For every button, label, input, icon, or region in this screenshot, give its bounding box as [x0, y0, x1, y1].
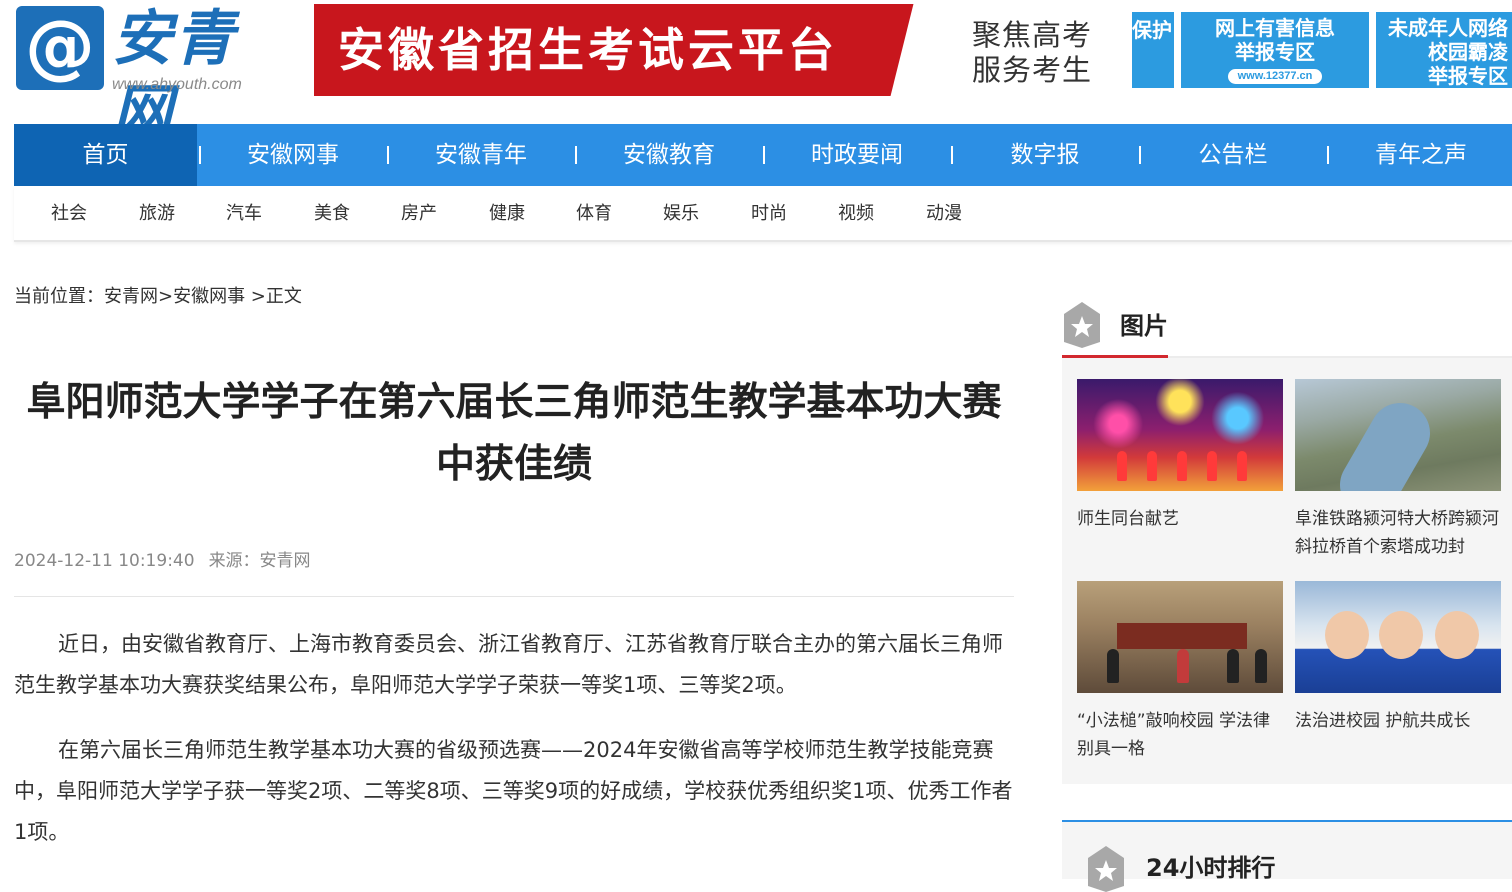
logo-url: www.ahyouth.com	[112, 76, 242, 93]
picture-thumbnail	[1077, 581, 1283, 693]
breadcrumb: 当前位置：安青网>安徽网事 >正文	[14, 284, 302, 310]
article-title-line-2: 中获佳绩	[435, 442, 592, 487]
nav-item-anhui-education[interactable]: 安徽教育	[588, 124, 750, 186]
ranking-title: 24小时排行	[1146, 854, 1276, 882]
tile-2-line-1: 网上有害信息	[1215, 16, 1335, 40]
ranking-panel: 24小时排行	[1062, 820, 1512, 892]
pictures-title: 图片	[1120, 312, 1168, 340]
sub-nav: 社会 旅游 汽车 美食 房产 健康 体育 娱乐 时尚 视频 动漫	[14, 186, 1512, 242]
sub-nav-video[interactable]: 视频	[838, 186, 874, 242]
nav-item-bulletin[interactable]: 公告栏	[1152, 124, 1314, 186]
nav-divider	[387, 146, 389, 164]
picture-item[interactable]: 阜淮铁路颍河特大桥跨颍河斜拉桥首个索塔成功封	[1295, 379, 1501, 561]
banner-slogan: 聚焦高考 服务考生	[972, 18, 1112, 88]
star-badge-icon	[1088, 846, 1124, 892]
article-paragraph: 在第六届长三角师范生教学基本功大赛的省级预选赛——2024年安徽省高等学校师范生…	[14, 738, 1013, 844]
article-title-line-1: 阜阳师范大学学子在第六届长三角师范生教学基本功大赛	[26, 380, 1002, 425]
site-logo[interactable]: @ 安青网 www.ahyouth.com	[16, 4, 278, 148]
tile-3-line-3: 举报专区	[1428, 64, 1508, 88]
nav-divider	[1327, 146, 1329, 164]
picture-caption: 师生同台献艺	[1077, 509, 1179, 529]
nav-item-current-affairs[interactable]: 时政要闻	[776, 124, 938, 186]
nav-item-digital-paper[interactable]: 数字报	[964, 124, 1126, 186]
picture-caption: 法治进校园 护航共成长	[1295, 711, 1471, 731]
tile-3-line-2: 校园霸凌	[1428, 40, 1508, 64]
picture-thumbnail	[1295, 379, 1501, 491]
sub-nav-health[interactable]: 健康	[489, 186, 525, 242]
picture-thumbnail	[1077, 379, 1283, 491]
picture-thumbnail	[1295, 581, 1501, 693]
article-paragraph: 近日，由安徽省教育厅、上海市教育委员会、浙江省教育厅、江苏省教育厅联合主办的第六…	[14, 632, 1003, 697]
picture-caption: “小法槌”敲响校园 学法律别具一格	[1077, 711, 1271, 759]
sub-nav-animation[interactable]: 动漫	[926, 186, 962, 242]
pictures-panel: 图片 师生同台献艺 阜淮铁路颍河特大桥跨颍河斜拉桥首个索塔成功封 “小法槌”敲响…	[1062, 300, 1512, 784]
pictures-title-underline	[1062, 355, 1168, 358]
at-logo-icon: @	[16, 6, 104, 90]
tile-2-url: www.12377.cn	[1227, 69, 1323, 84]
sub-nav-sports[interactable]: 体育	[576, 186, 612, 242]
nav-item-anhui-affairs[interactable]: 安徽网事	[212, 124, 374, 186]
article-meta: 2024-12-11 10:19:40 来源：安青网	[14, 548, 311, 574]
banner-main-text: 安徽省招生考试云平台	[338, 23, 838, 77]
sub-nav-society[interactable]: 社会	[51, 186, 87, 242]
slogan-line-1: 聚焦高考	[972, 18, 1093, 52]
article-title: 阜阳师范大学学子在第六届长三角师范生教学基本功大赛 中获佳绩	[14, 372, 1014, 496]
slogan-line-2: 服务考生	[972, 53, 1093, 87]
nav-item-anhui-youth[interactable]: 安徽青年	[400, 124, 562, 186]
sub-nav-travel[interactable]: 旅游	[139, 186, 175, 242]
tile-2-line-2: 举报专区	[1235, 40, 1315, 64]
protection-report-tile[interactable]: 保护	[1132, 12, 1174, 88]
nav-divider	[575, 146, 577, 164]
tile-3-line-1: 未成年人网络	[1388, 16, 1508, 40]
sub-nav-fashion[interactable]: 时尚	[751, 186, 787, 242]
site-header: @ 安青网 www.ahyouth.com 安徽省招生考试云平台 聚焦高考 服务…	[0, 0, 1512, 148]
tile-1-text: 保护	[1132, 18, 1172, 42]
article-source: 来源：安青网	[208, 551, 311, 571]
minor-bullying-report-tile[interactable]: 未成年人网络 校园霸凌 举报专区	[1376, 12, 1512, 88]
pictures-panel-header: 图片	[1062, 300, 1512, 358]
sub-nav-real-estate[interactable]: 房产	[401, 186, 437, 242]
sub-nav-entertainment[interactable]: 娱乐	[663, 186, 699, 242]
breadcrumb-prefix: 当前位置：	[14, 286, 104, 307]
sub-nav-food[interactable]: 美食	[314, 186, 350, 242]
banner-chevron-shape	[888, 4, 942, 96]
breadcrumb-path[interactable]: 安青网>安徽网事 >正文	[104, 286, 302, 307]
picture-caption: 阜淮铁路颍河特大桥跨颍河斜拉桥首个索塔成功封	[1295, 509, 1499, 557]
star-badge-icon	[1064, 302, 1100, 348]
nav-divider	[951, 146, 953, 164]
picture-item[interactable]: 法治进校园 护航共成长	[1295, 581, 1501, 735]
picture-item[interactable]: “小法槌”敲响校园 学法律别具一格	[1077, 581, 1283, 763]
nav-item-home[interactable]: 首页	[14, 124, 197, 186]
nav-divider	[199, 146, 201, 164]
nav-divider	[763, 146, 765, 164]
nav-item-youth-voice[interactable]: 青年之声	[1340, 124, 1502, 186]
sub-nav-auto[interactable]: 汽车	[226, 186, 262, 242]
meta-divider	[14, 596, 1014, 597]
harmful-info-report-tile[interactable]: 网上有害信息 举报专区 www.12377.cn	[1181, 12, 1369, 88]
exam-platform-banner[interactable]: 安徽省招生考试云平台	[314, 4, 942, 96]
picture-item[interactable]: 师生同台献艺	[1077, 379, 1283, 533]
main-nav: 首页 安徽网事 安徽青年 安徽教育 时政要闻 数字报 公告栏 青年之声	[14, 124, 1512, 186]
article-date: 2024-12-11 10:19:40	[14, 551, 195, 571]
nav-divider	[1139, 146, 1141, 164]
